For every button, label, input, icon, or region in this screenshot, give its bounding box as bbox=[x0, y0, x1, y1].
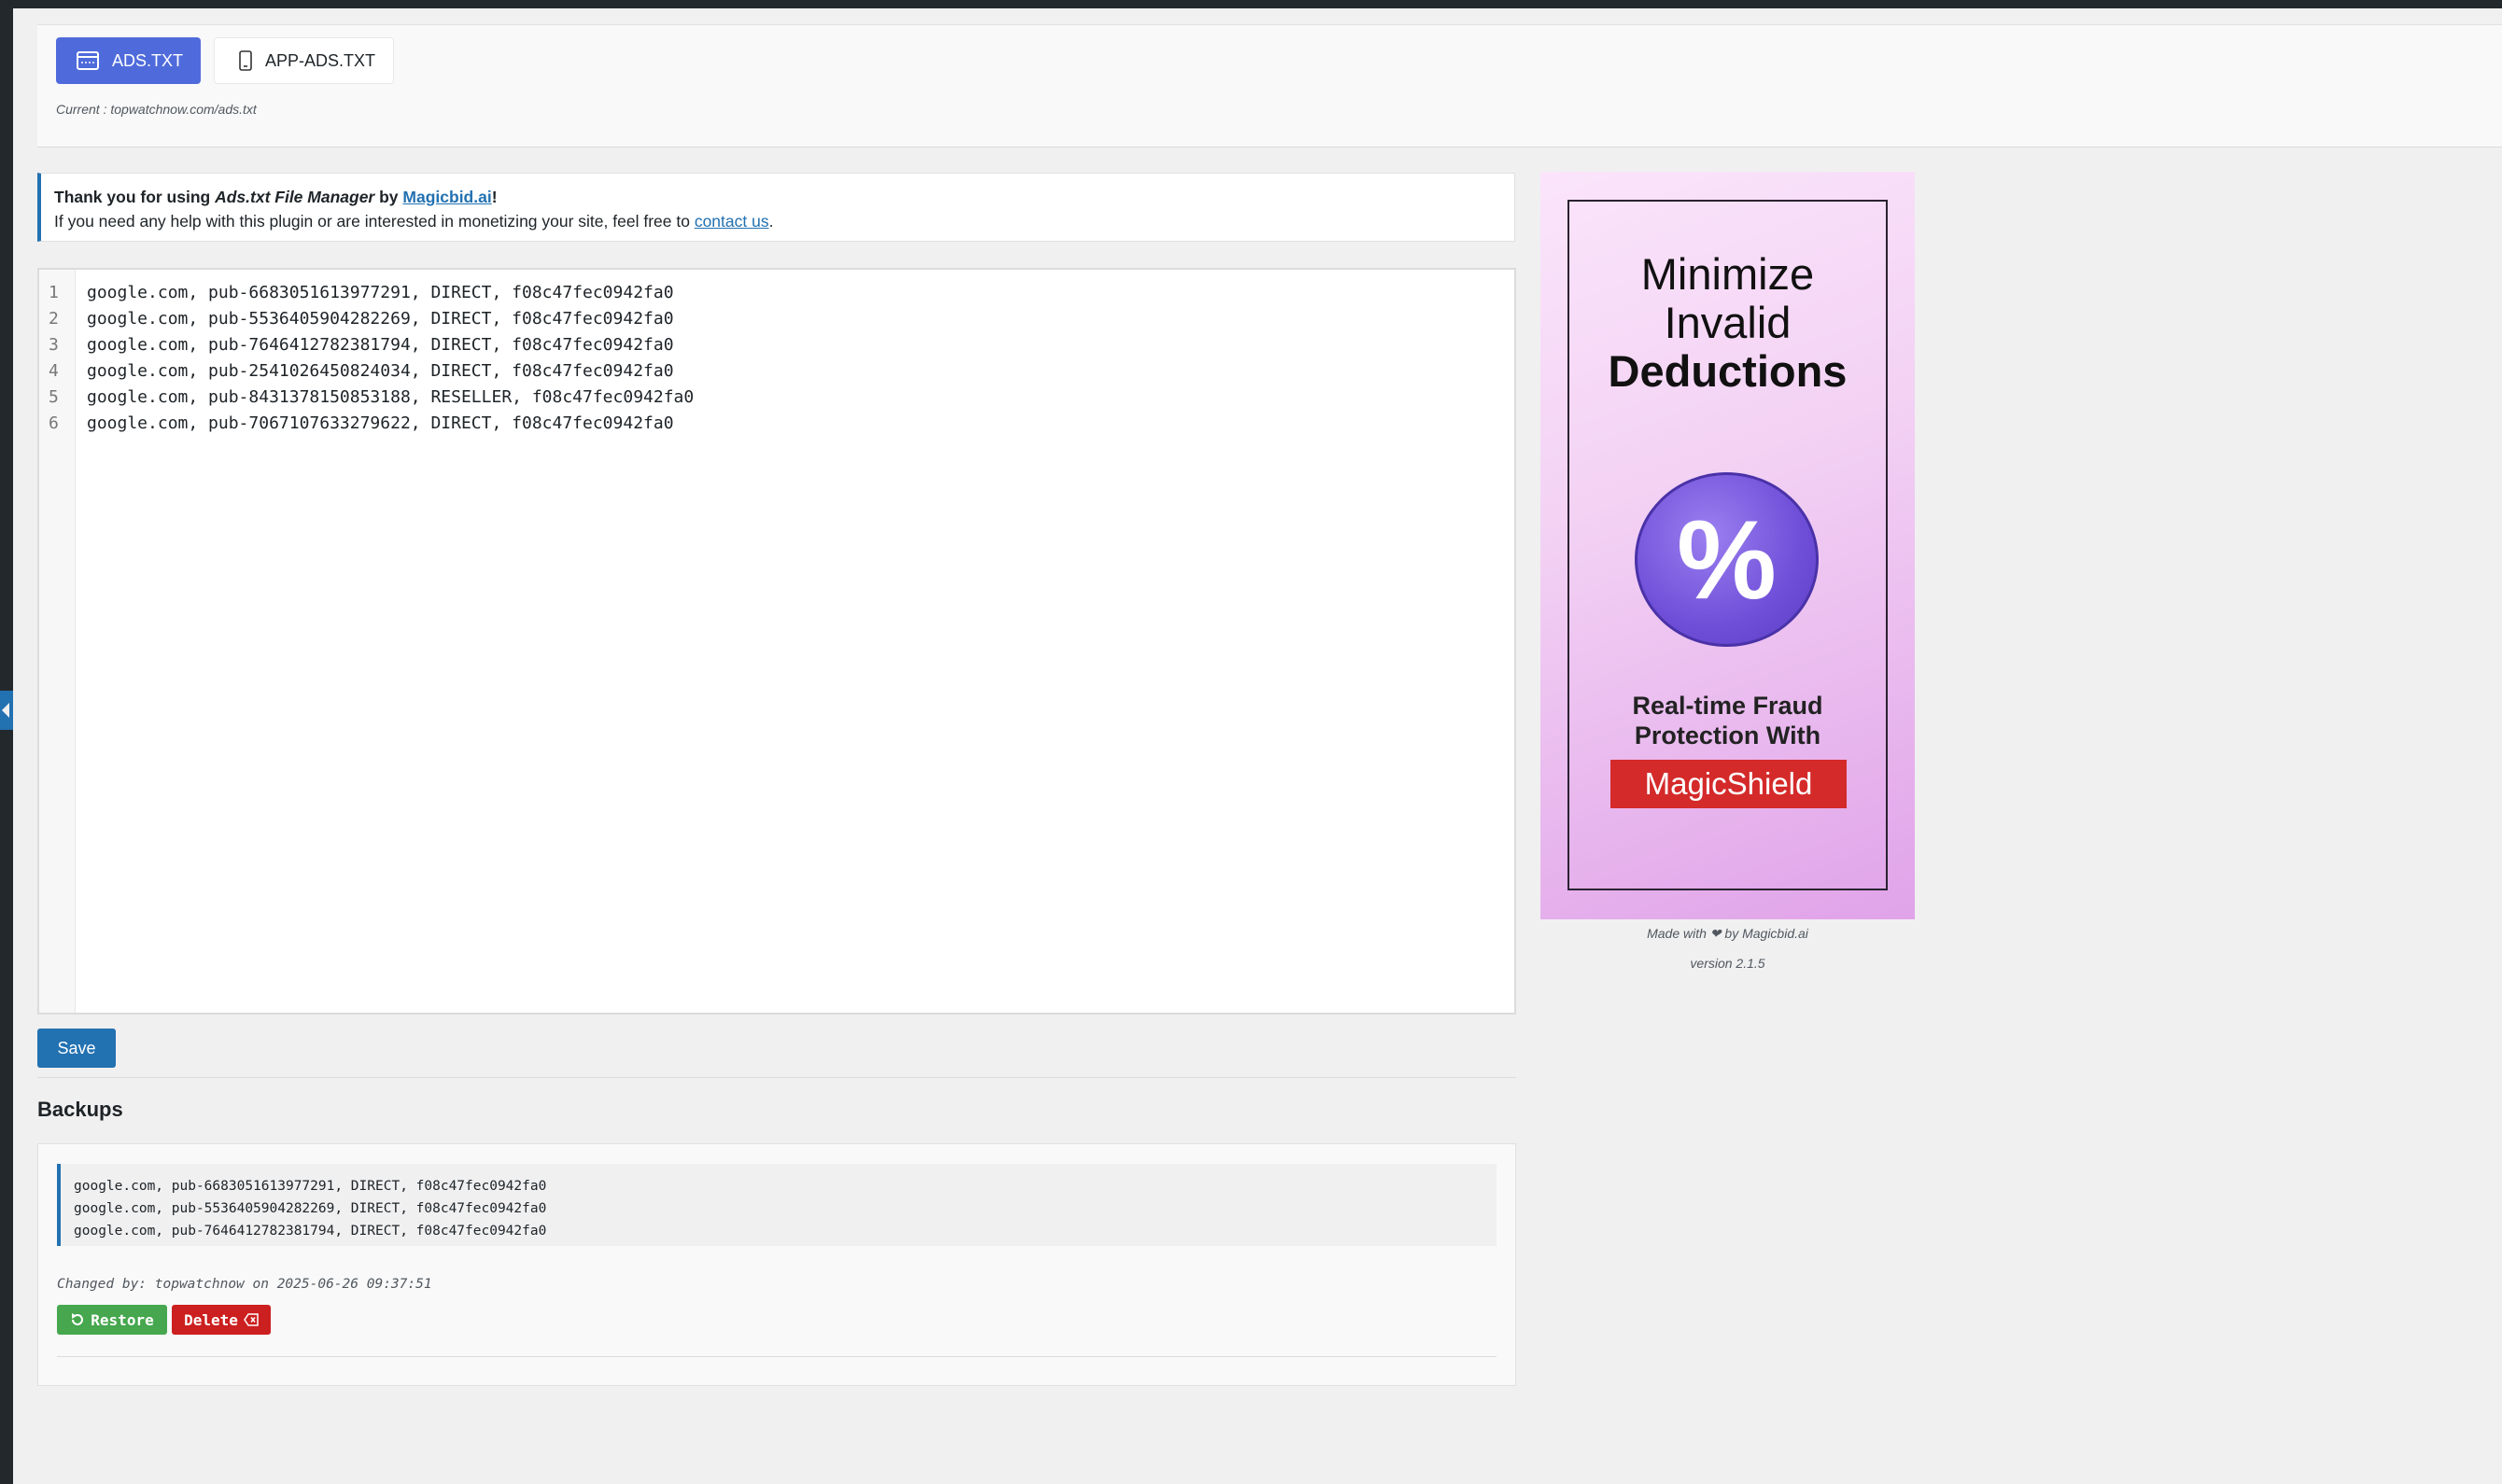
backup-entry: google.com, pub-6683051613977291, DIRECT… bbox=[37, 1143, 1516, 1386]
magicshield-ad-banner[interactable]: Minimize Invalid Deductions % Real-time … bbox=[1540, 172, 1915, 919]
line-number: 2 bbox=[49, 309, 59, 329]
code-text: google.com, pub-2541026450824034, DIRECT… bbox=[87, 361, 674, 381]
restore-button[interactable]: Restore bbox=[57, 1305, 167, 1335]
ads-txt-editor[interactable]: 1 google.com, pub-6683051613977291, DIREC… bbox=[37, 268, 1516, 1015]
notice-line-2: If you need any help with this plugin or… bbox=[54, 212, 774, 231]
heart-icon: ❤ bbox=[1709, 926, 1722, 941]
backup-line: google.com, pub-6683051613977291, DIRECT… bbox=[74, 1179, 547, 1194]
code-text: google.com, pub-8431378150853188, RESELL… bbox=[87, 387, 695, 407]
code-text: google.com, pub-6683051613977291, DIRECT… bbox=[87, 283, 674, 302]
save-button[interactable]: Save bbox=[37, 1029, 116, 1068]
backup-changed-by: Changed by: topwatchnow on 2025-06-26 09… bbox=[57, 1277, 432, 1292]
delete-button[interactable]: Delete bbox=[172, 1305, 271, 1335]
delete-x-icon bbox=[243, 1313, 259, 1326]
line-number: 4 bbox=[49, 361, 59, 381]
backups-heading: Backups bbox=[37, 1098, 123, 1121]
percent-icon: % bbox=[1635, 472, 1819, 647]
code-text: google.com, pub-7067107633279622, DIRECT… bbox=[87, 413, 674, 433]
backup-line: google.com, pub-5536405904282269, DIRECT… bbox=[74, 1201, 547, 1216]
code-text: google.com, pub-7646412782381794, DIRECT… bbox=[87, 335, 674, 355]
line-number: 1 bbox=[49, 283, 59, 302]
admin-top-bar bbox=[0, 0, 2502, 8]
tab-ads-txt[interactable]: ADS.TXT bbox=[56, 37, 201, 84]
admin-sidebar bbox=[0, 8, 13, 1484]
ad-subheadline: Real-time Fraud Protection With bbox=[1632, 692, 1823, 749]
divider bbox=[57, 1356, 1497, 1357]
ad-headline: Minimize Invalid Deductions bbox=[1608, 249, 1848, 396]
mobile-phone-icon bbox=[239, 50, 252, 71]
tab-app-ads-txt-label: APP-ADS.TXT bbox=[265, 50, 376, 70]
divider bbox=[37, 1077, 1516, 1078]
line-number: 3 bbox=[49, 335, 59, 355]
ad-brand-label: MagicShield bbox=[1610, 760, 1847, 808]
contact-us-link[interactable]: contact us bbox=[695, 212, 769, 231]
tab-ads-txt-label: ADS.TXT bbox=[112, 50, 184, 70]
backup-content: google.com, pub-6683051613977291, DIRECT… bbox=[57, 1164, 1497, 1246]
backup-line: google.com, pub-7646412782381794, DIRECT… bbox=[74, 1224, 547, 1239]
sidebar-collapse-toggle[interactable] bbox=[0, 691, 13, 730]
line-number: 5 bbox=[49, 387, 59, 407]
restore-icon bbox=[70, 1312, 85, 1327]
current-file-path: Current : topwatchnow.com/ads.txt bbox=[56, 102, 257, 117]
magicbid-link[interactable]: Magicbid.ai bbox=[402, 188, 491, 206]
plugin-version: version 2.1.5 bbox=[1690, 956, 1765, 971]
line-number: 6 bbox=[49, 413, 59, 433]
notice-line-1: Thank you for using Ads.txt File Manager… bbox=[54, 188, 498, 206]
tab-app-ads-txt[interactable]: APP-ADS.TXT bbox=[214, 37, 394, 84]
made-with-credit: Made with ❤ by Magicbid.ai bbox=[1647, 926, 1808, 941]
code-text: google.com, pub-5536405904282269, DIRECT… bbox=[87, 309, 674, 329]
file-tabs-panel: ADS.TXT APP-ADS.TXT Current : topwatchno… bbox=[37, 24, 2502, 147]
thank-you-notice: Thank you for using Ads.txt File Manager… bbox=[37, 173, 1515, 242]
browser-window-icon bbox=[77, 51, 99, 70]
